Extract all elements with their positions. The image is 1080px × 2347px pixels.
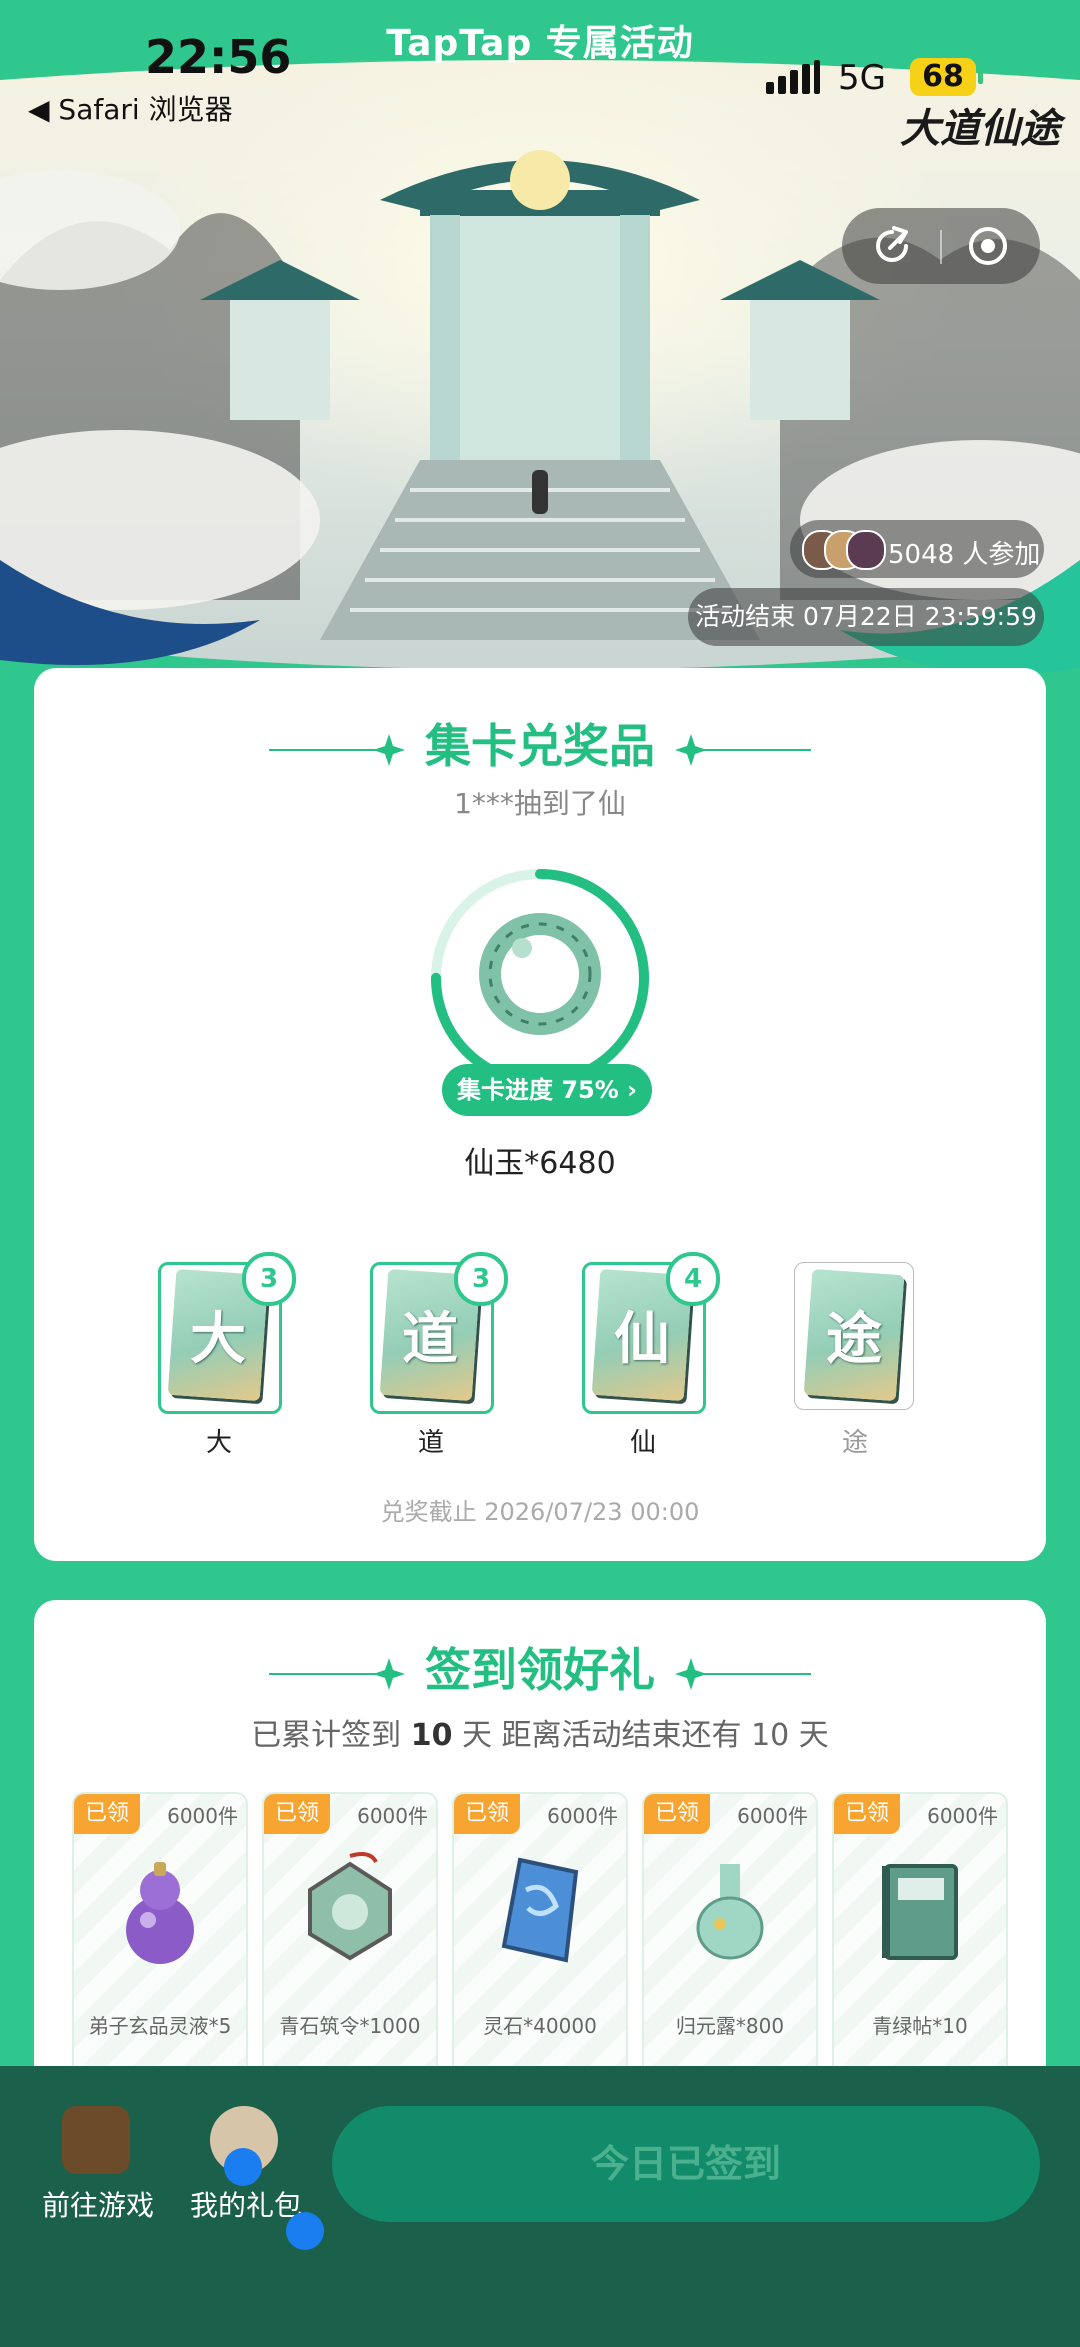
header-banner: TapTap 专属活动 22:56 ◀ Safari 浏览器 5G 68 大道仙… [0, 0, 1080, 700]
claimed-tag: 已领 [644, 1794, 710, 1834]
claimed-tag: 已领 [74, 1794, 140, 1834]
claimed-tag: 已领 [834, 1794, 900, 1834]
card-count-badge: 3 [454, 1252, 508, 1306]
jade-vase-icon [696, 1864, 764, 1960]
claimed-tag: 已领 [454, 1794, 520, 1834]
event-end-time: 活动结束 07月22日 23:59:59 [688, 588, 1044, 646]
status-time: 22:56 [145, 30, 292, 84]
bottom-action-bar: 前往游戏 我的礼包 今日已签到 [0, 2066, 1080, 2347]
reward-name: 归元露*800 [675, 2014, 785, 2038]
avatar [846, 530, 886, 570]
collect-progress-button[interactable]: 集卡进度 75% › [442, 1064, 652, 1116]
card-glyph: 仙 [614, 1306, 670, 1372]
reward-name: 弟子玄品灵液*5 [88, 2014, 232, 2038]
signin-title: 签到领好礼 [425, 1643, 655, 1697]
game-app-icon [62, 2106, 130, 2174]
sparkle-right-icon [675, 733, 812, 766]
stock-count: 6000件 [357, 1804, 428, 1828]
draw-ticker: 1***抽到了仙 [454, 787, 626, 820]
card-label: 大 [205, 1428, 232, 1458]
signin-summary: 已累计签到 10 天 距离活动结束还有 10 天 [34, 1710, 1046, 1754]
sparkle-left-icon [268, 733, 405, 766]
participant-avatars [802, 530, 886, 570]
signin-days-prefix: 已累计签到 [251, 1718, 402, 1753]
reward-name: 青石筑令*1000 [279, 2014, 421, 2038]
collect-progress-ring [431, 869, 649, 1087]
card-glyph: 道 [402, 1306, 458, 1372]
stock-count: 6000件 [737, 1804, 808, 1828]
redeem-deadline: 兑奖截止 2026/07/23 00:00 [380, 1498, 700, 1526]
jade-ring-icon [479, 913, 601, 1035]
collect-title: 集卡兑奖品 [425, 719, 655, 773]
card-label: 途 [841, 1428, 868, 1458]
signal-icon [766, 60, 820, 94]
battery-tip [978, 70, 983, 84]
card-label: 道 [417, 1428, 444, 1458]
banner-actions [842, 208, 1040, 284]
stock-count: 6000件 [167, 1804, 238, 1828]
share-icon[interactable] [870, 224, 914, 268]
reward-name: 青绿帖*10 [872, 2014, 968, 2038]
claimed-tag: 已领 [264, 1794, 330, 1834]
network-type: 5G [838, 58, 886, 98]
card-label: 仙 [629, 1428, 656, 1458]
sparkle-left-icon [268, 1657, 405, 1690]
purple-gourd-icon [126, 1862, 194, 1964]
battery-icon: 68 [910, 58, 976, 96]
collect-title-row: 集卡兑奖品 [34, 710, 1046, 776]
spirit-stone-icon [501, 1857, 579, 1963]
sparkle-right-icon [675, 1657, 812, 1690]
card-count-badge: 3 [242, 1252, 296, 1306]
signin-title-row: 签到领好礼 [34, 1634, 1046, 1700]
signin-today-button[interactable]: 今日已签到 [332, 2106, 1040, 2222]
game-logo: 大道仙途 [900, 105, 1060, 152]
close-target-icon[interactable] [966, 224, 1010, 268]
reward-name: 灵石*40000 [483, 2014, 597, 2038]
card-glyph: 途 [826, 1306, 882, 1372]
collect-cards-section: 集卡兑奖品 1***抽到了仙 集卡进度 75% › 仙玉*6480 大 3 大 … [34, 668, 1046, 1561]
touch-indicator-icon [224, 2148, 262, 2186]
stock-count: 6000件 [547, 1804, 618, 1828]
participants-count: 5048 人参加 [888, 540, 1041, 570]
reward-name: 仙玉*6480 [464, 1146, 616, 1181]
back-to-safari-link[interactable]: ◀ Safari 浏览器 [28, 88, 233, 128]
touch-indicator-icon [286, 2212, 324, 2250]
signin-days-count: 10 [410, 1718, 453, 1753]
stock-count: 6000件 [927, 1804, 998, 1828]
green-book-icon [882, 1864, 958, 1960]
card-glyph: 大 [190, 1306, 246, 1372]
character-cards-row: 大 3 大 道 3 道 仙 4 仙 途 途 [34, 1252, 1046, 1462]
divider [940, 230, 942, 264]
card-count-badge: 4 [666, 1252, 720, 1306]
signin-days-suffix: 天 距离活动结束还有 10 天 [462, 1718, 829, 1753]
go-to-game-label: 前往游戏 [41, 2189, 154, 2222]
participants-badge: 5048 人参加 [790, 520, 1044, 578]
stone-token-icon [308, 1852, 392, 1961]
